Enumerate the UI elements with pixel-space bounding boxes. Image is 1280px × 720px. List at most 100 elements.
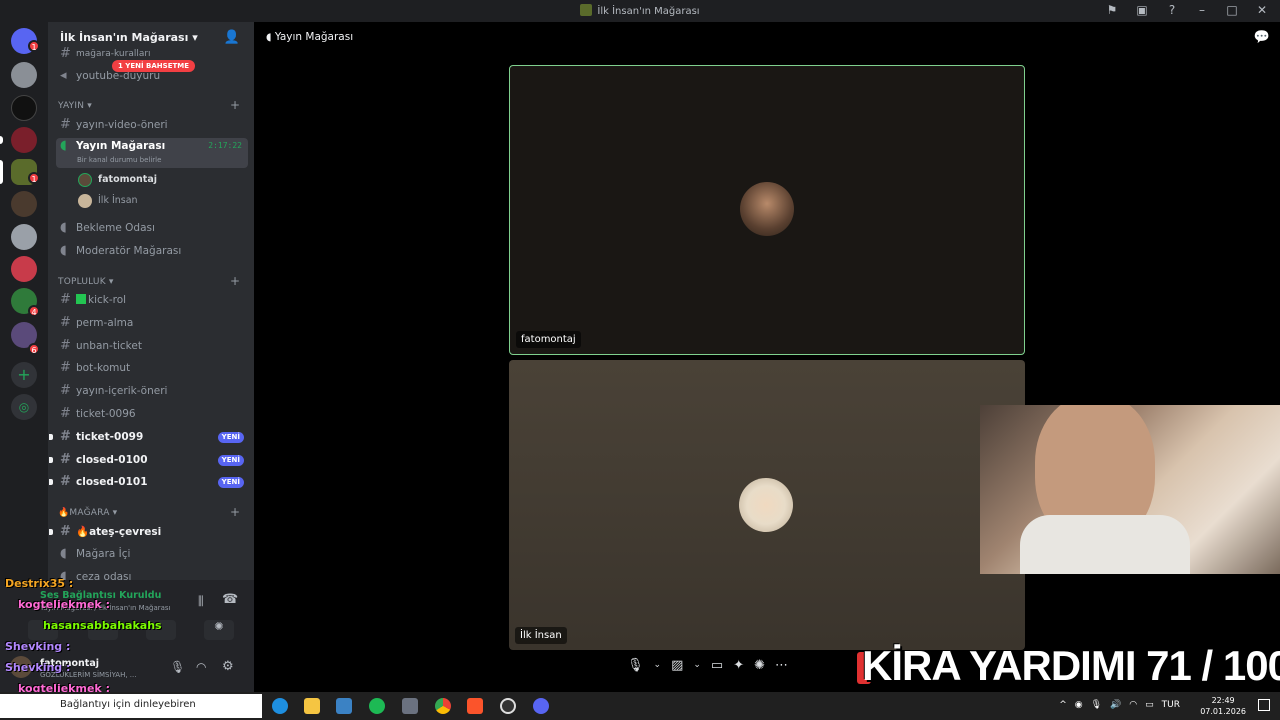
chevron-down-icon[interactable]: ⌄ xyxy=(693,660,701,670)
category-yayin[interactable]: YAYIN ▾ + xyxy=(58,98,240,112)
voice-user-ilk-insan[interactable]: İlk İnsan xyxy=(78,192,138,210)
wifi-icon[interactable]: ◠ xyxy=(1129,700,1137,710)
add-channel-icon[interactable]: + xyxy=(230,505,240,519)
unread-pill xyxy=(0,136,3,144)
inbox-icon[interactable]: ▣ xyxy=(1134,3,1150,17)
add-channel-icon[interactable]: + xyxy=(230,274,240,288)
file-explorer-icon[interactable] xyxy=(304,698,320,714)
speaker-icon: ◖ xyxy=(60,220,67,235)
channel-yayin-icerik-oneri[interactable]: # yayın-içerik-öneri xyxy=(56,381,248,401)
voice-user-fatomontaj[interactable]: fatomontaj xyxy=(78,171,157,189)
headphones-icon[interactable]: ◠ xyxy=(196,660,206,674)
channel-closed-0101[interactable]: # closed-0101 YENİ xyxy=(49,472,248,492)
hash-icon: # xyxy=(60,429,71,444)
chevron-down-icon[interactable]: ⌄ xyxy=(654,660,662,670)
server-icon-1[interactable] xyxy=(11,62,37,88)
channel-moderator-magarasi[interactable]: ◖ Moderatör Mağarası xyxy=(56,241,248,261)
titlebar-controls: ⚑ ▣ ? – □ ✕ xyxy=(1104,3,1270,17)
battery-icon[interactable]: ▭ xyxy=(1145,700,1154,710)
mention-badge[interactable]: 1 YENİ BAHSETME xyxy=(112,60,196,72)
participant-avatar xyxy=(739,478,793,532)
channel-magara-ici[interactable]: ◖ Mağara İçi xyxy=(56,544,248,564)
server-icon-2[interactable] xyxy=(11,95,37,121)
add-server-icon[interactable]: + xyxy=(11,362,37,388)
channel-kick-rol[interactable]: # kick-rol xyxy=(56,290,248,310)
chat-text: : xyxy=(105,598,110,611)
invite-icon[interactable]: 👤 xyxy=(224,30,240,45)
window-titlebar: İlk İnsan'ın Mağarası ⚑ ▣ ? – □ ✕ xyxy=(0,0,1280,22)
chat-bubble-icon[interactable]: 💬 xyxy=(1254,30,1270,45)
video-tile-ilk-insan[interactable]: İlk İnsan xyxy=(509,360,1025,650)
edge-icon[interactable] xyxy=(272,698,288,714)
channel-ates-cevresi[interactable]: # 🔥ateş-çevresi xyxy=(49,522,248,542)
channel-label: mağara-kuralları xyxy=(76,49,151,59)
chat-message: Shevking : xyxy=(5,661,70,674)
channel-perm-alma[interactable]: # perm-alma xyxy=(56,313,248,333)
maximize-button[interactable]: □ xyxy=(1224,3,1240,17)
system-tray: ^ ◉ 🎙 🔊 ◠ ▭ TUR xyxy=(1059,700,1180,710)
mute-microphone-icon[interactable]: 🎙 xyxy=(627,658,644,673)
server-icon-3[interactable] xyxy=(11,127,37,153)
channel-bot-komut[interactable]: # bot-komut xyxy=(56,358,248,378)
channel-label: Bekleme Odası xyxy=(76,222,155,234)
category-label: TOPLULUK xyxy=(58,277,106,287)
volume-icon[interactable]: 🔊 xyxy=(1110,700,1121,710)
taskbar-search[interactable]: Bağlantıyı için dinleyebiren xyxy=(0,694,262,718)
explore-icon[interactable]: ◎ xyxy=(11,394,37,420)
clock[interactable]: 22:49 07.01.2026 xyxy=(1200,695,1246,717)
dm-badge: 1 xyxy=(28,40,40,52)
screen-share-icon[interactable]: ▭ xyxy=(711,658,723,673)
chat-username: Shevking xyxy=(5,661,63,674)
settings-gear-icon[interactable]: ⚙ xyxy=(222,659,234,674)
hash-icon: # xyxy=(60,524,71,539)
channel-status-placeholder[interactable]: Bir kanal durumu belirle xyxy=(77,156,161,164)
chevron-up-icon[interactable]: ^ xyxy=(1059,700,1067,710)
flag-icon[interactable]: ⚑ xyxy=(1104,3,1120,17)
hash-icon: # xyxy=(60,315,71,330)
activities-icon[interactable]: ✦ xyxy=(733,658,744,673)
server-badge-1: 1 xyxy=(28,172,40,184)
add-channel-icon[interactable]: + xyxy=(230,98,240,112)
clock-time: 22:49 xyxy=(1211,696,1235,705)
notification-icon[interactable] xyxy=(1258,699,1270,711)
voice-timer: 2:17:22 xyxy=(208,141,242,150)
help-icon[interactable]: ? xyxy=(1164,3,1180,17)
channel-ticket-0096[interactable]: # ticket-0096 xyxy=(56,404,248,424)
channel-ticket-0099[interactable]: # ticket-0099 YENİ xyxy=(49,427,248,447)
brave-icon[interactable] xyxy=(467,698,483,714)
category-magara[interactable]: 🔥MAĞARA ▾ + xyxy=(58,505,240,519)
server-icon-7[interactable] xyxy=(11,256,37,282)
calculator-icon[interactable] xyxy=(402,698,418,714)
server-icon-5[interactable] xyxy=(11,191,37,217)
spotify-icon[interactable] xyxy=(369,698,385,714)
channel-closed-0100[interactable]: # closed-0100 YENİ xyxy=(49,450,248,470)
obs-icon[interactable] xyxy=(500,698,516,714)
store-icon[interactable] xyxy=(336,698,352,714)
category-topluluk[interactable]: TOPLULUK ▾ + xyxy=(58,274,240,288)
hash-icon: # xyxy=(60,406,71,421)
camera-off-icon[interactable]: ▨ xyxy=(671,658,683,673)
channel-yayin-magarasi[interactable]: ◖ Yayın Mağarası 2:17:22 xyxy=(56,138,248,154)
channel-rules-partial[interactable]: # mağara-kuralları xyxy=(56,47,248,60)
close-button[interactable]: ✕ xyxy=(1254,3,1270,17)
voice-signal-icon[interactable]: ⫼ xyxy=(198,594,204,609)
video-tile-fatomontaj[interactable]: fatomontaj xyxy=(509,65,1025,355)
language-indicator[interactable]: TUR xyxy=(1162,700,1180,710)
discord-icon[interactable] xyxy=(533,698,549,714)
soundboard-icon[interactable]: ✺ xyxy=(204,620,234,640)
channel-bekleme-odasi[interactable]: ◖ Bekleme Odası xyxy=(56,218,248,238)
server-icon-6[interactable] xyxy=(11,224,37,250)
soundboard-icon[interactable]: ✺ xyxy=(754,658,765,673)
mic-tray-icon[interactable]: 🎙 xyxy=(1091,700,1102,710)
megaphone-icon: ◂ xyxy=(60,68,67,83)
chrome-icon[interactable] xyxy=(435,698,451,714)
disconnect-icon[interactable]: ☎ xyxy=(222,592,238,607)
minimize-button[interactable]: – xyxy=(1194,3,1210,17)
record-icon[interactable]: ◉ xyxy=(1075,700,1083,710)
more-options-icon[interactable]: ⋯ xyxy=(775,658,788,673)
microphone-icon[interactable]: 🎙 xyxy=(170,660,185,674)
category-label: YAYIN xyxy=(58,101,85,111)
channel-yayin-video-oneri[interactable]: # yayın-video-öneri xyxy=(56,115,248,135)
chat-username: Shevking xyxy=(5,640,63,653)
channel-unban-ticket[interactable]: # unban-ticket xyxy=(56,336,248,356)
